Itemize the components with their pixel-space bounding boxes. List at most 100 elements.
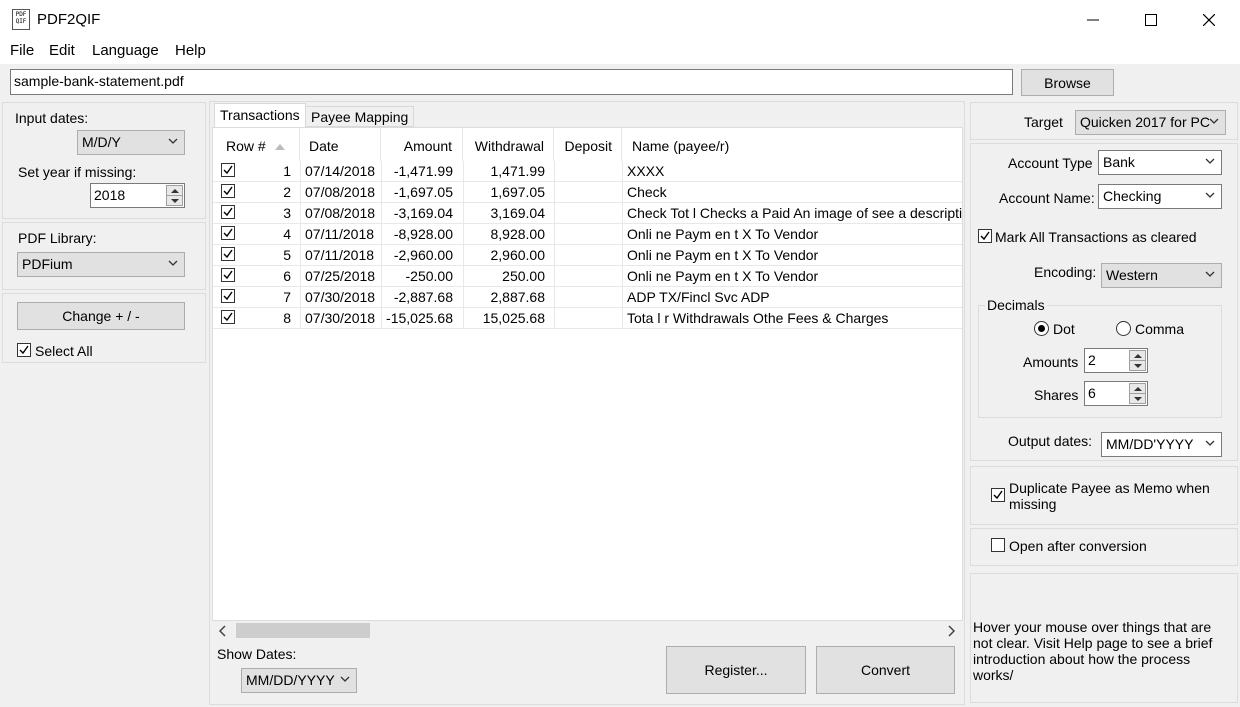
year-label: Set year if missing: — [18, 164, 137, 180]
checkmark-icon — [19, 345, 29, 355]
account-type-select[interactable]: Bank — [1098, 150, 1222, 175]
scrollbar-thumb[interactable] — [236, 623, 370, 638]
duplicate-payee-checkbox[interactable] — [991, 488, 1005, 502]
column-header-withdrawal[interactable]: Withdrawal — [463, 128, 554, 161]
cell-row-number: 1 — [283, 163, 291, 179]
table-row[interactable]: 2 07/08/2018 -1,697.05 1,697.05 Check — [213, 182, 962, 203]
column-divider — [622, 161, 623, 329]
target-select[interactable]: Quicken 2017 for PC — [1075, 110, 1226, 135]
table-row[interactable]: 4 07/11/2018 -8,928.00 8,928.00 Onli ne Paym… — [213, 224, 962, 245]
cell-name: Check Tot l Checks a Paid An image of se… — [627, 205, 963, 221]
account-name-select[interactable]: Checking — [1098, 184, 1222, 209]
arrow-up-icon — [170, 188, 179, 193]
pdf-library-select[interactable]: PDFium — [17, 252, 185, 277]
scroll-right-icon[interactable] — [946, 625, 956, 637]
table-row[interactable]: 3 07/08/2018 -3,169.04 3,169.04 Check Tot l … — [213, 203, 963, 224]
dot-radio[interactable] — [1034, 321, 1049, 336]
row-checkbox[interactable] — [221, 268, 235, 282]
column-header-name[interactable]: Name (payee/r) — [622, 128, 962, 161]
cell-withdrawal: 3,169.04 — [490, 205, 546, 221]
row-checkbox[interactable] — [221, 163, 235, 177]
column-header-deposit[interactable]: Deposit — [554, 128, 622, 161]
table-row[interactable]: 6 07/25/2018 -250.00 250.00 Onli ne Paym en … — [213, 266, 962, 287]
tab-payee-mapping[interactable]: Payee Mapping — [305, 106, 415, 127]
row-checkbox[interactable] — [221, 289, 235, 303]
maximize-button[interactable] — [1122, 0, 1180, 40]
convert-button[interactable]: Convert — [816, 646, 955, 694]
menu-edit[interactable]: Edit — [49, 42, 75, 59]
app-icon: PDF QIF — [12, 9, 30, 30]
cell-amount: -15,025.68 — [386, 310, 453, 326]
tab-transactions[interactable]: Transactions — [214, 103, 306, 127]
mark-cleared-checkbox[interactable] — [978, 229, 992, 243]
browse-button[interactable]: Browse — [1021, 69, 1114, 96]
chevron-down-icon — [340, 676, 350, 682]
file-path-input[interactable]: sample-bank-statement.pdf — [10, 69, 1013, 95]
row-checkbox[interactable] — [221, 310, 235, 324]
menu-language[interactable]: Language — [92, 42, 159, 59]
cell-name: Onli ne Paym en t X To Vendor — [627, 247, 819, 263]
close-button[interactable] — [1180, 0, 1238, 40]
open-after-label: Open after conversion — [1009, 538, 1147, 554]
show-dates-select[interactable]: MM/DD/YYYY — [241, 668, 357, 693]
open-after-checkbox[interactable] — [991, 538, 1005, 552]
column-header-row[interactable]: Row # — [213, 128, 300, 161]
select-all-checkbox[interactable] — [17, 343, 31, 357]
year-value: 2018 — [94, 187, 126, 203]
cell-date: 07/11/2018 — [305, 226, 375, 242]
chevron-down-icon — [1205, 440, 1215, 446]
app-icon-text-bottom: QIF — [15, 18, 27, 25]
spin-down-button[interactable] — [1129, 360, 1146, 371]
cell-amount: -1,697.05 — [393, 184, 453, 200]
row-checkbox[interactable] — [221, 247, 235, 261]
checkmark-icon — [223, 270, 233, 280]
cell-row-number: 6 — [283, 268, 291, 284]
cell-date: 07/08/2018 — [305, 184, 376, 200]
transactions-table[interactable]: Row # Date Amount Withdrawal Deposit Nam… — [212, 127, 963, 621]
menu-help[interactable]: Help — [175, 42, 206, 59]
checkmark-icon — [223, 186, 233, 196]
cell-amount: -8,928.00 — [393, 226, 453, 242]
shares-spinner[interactable]: 6 — [1084, 381, 1148, 406]
scroll-left-icon[interactable] — [218, 625, 228, 637]
checkmark-icon — [223, 249, 233, 259]
row-checkbox[interactable] — [221, 184, 235, 198]
chevron-down-icon — [168, 138, 178, 144]
change-sign-button[interactable]: Change + / - — [17, 302, 185, 330]
comma-radio[interactable] — [1116, 321, 1131, 336]
chevron-down-icon — [1205, 158, 1215, 164]
spin-down-button[interactable] — [1129, 393, 1146, 404]
pdf-library-value: PDFium — [22, 256, 73, 272]
show-dates-label: Show Dates: — [217, 646, 297, 662]
table-row[interactable]: 8 07/30/2018 -15,025.68 15,025.68 Tota l r W… — [213, 308, 962, 329]
cell-date: 07/08/2018 — [305, 205, 376, 221]
checkmark-icon — [980, 231, 990, 241]
column-header-date[interactable]: Date — [300, 128, 381, 161]
table-row[interactable]: 5 07/11/2018 -2,960.00 2,960.00 Onli ne Paym… — [213, 245, 962, 266]
minimize-button[interactable] — [1064, 0, 1122, 40]
checkmark-icon — [223, 165, 233, 175]
checkmark-icon — [223, 207, 233, 217]
encoding-select[interactable]: Western — [1101, 263, 1222, 288]
row-checkbox[interactable] — [221, 205, 235, 219]
amounts-spinner[interactable]: 2 — [1084, 348, 1148, 373]
chevron-down-icon — [1209, 118, 1219, 124]
menu-file[interactable]: File — [10, 42, 34, 59]
table-row[interactable]: 1 07/14/2018 -1,471.99 1,471.99 XXXX — [213, 161, 962, 182]
cell-withdrawal: 8,928.00 — [490, 226, 546, 242]
cell-amount: -2,960.00 — [393, 247, 453, 263]
column-header-amount[interactable]: Amount — [381, 128, 463, 161]
year-spinner[interactable]: 2018 — [90, 183, 185, 208]
table-row[interactable]: 7 07/30/2018 -2,887.68 2,887.68 ADP TX/Fincl… — [213, 287, 962, 308]
register-button[interactable]: Register... — [666, 646, 806, 694]
horizontal-scrollbar[interactable] — [212, 621, 963, 640]
row-checkbox[interactable] — [221, 226, 235, 240]
output-dates-label: Output dates: — [1008, 433, 1093, 449]
help-text: Hover your mouse over things that are no… — [973, 619, 1213, 683]
output-dates-select[interactable]: MM/DD'YYYY — [1101, 432, 1222, 457]
input-dates-select[interactable]: M/D/Y — [77, 130, 185, 155]
cell-row-number: 5 — [283, 247, 291, 263]
cell-row-number: 7 — [283, 289, 291, 305]
spin-down-button[interactable] — [166, 195, 183, 206]
checkmark-icon — [223, 312, 233, 322]
